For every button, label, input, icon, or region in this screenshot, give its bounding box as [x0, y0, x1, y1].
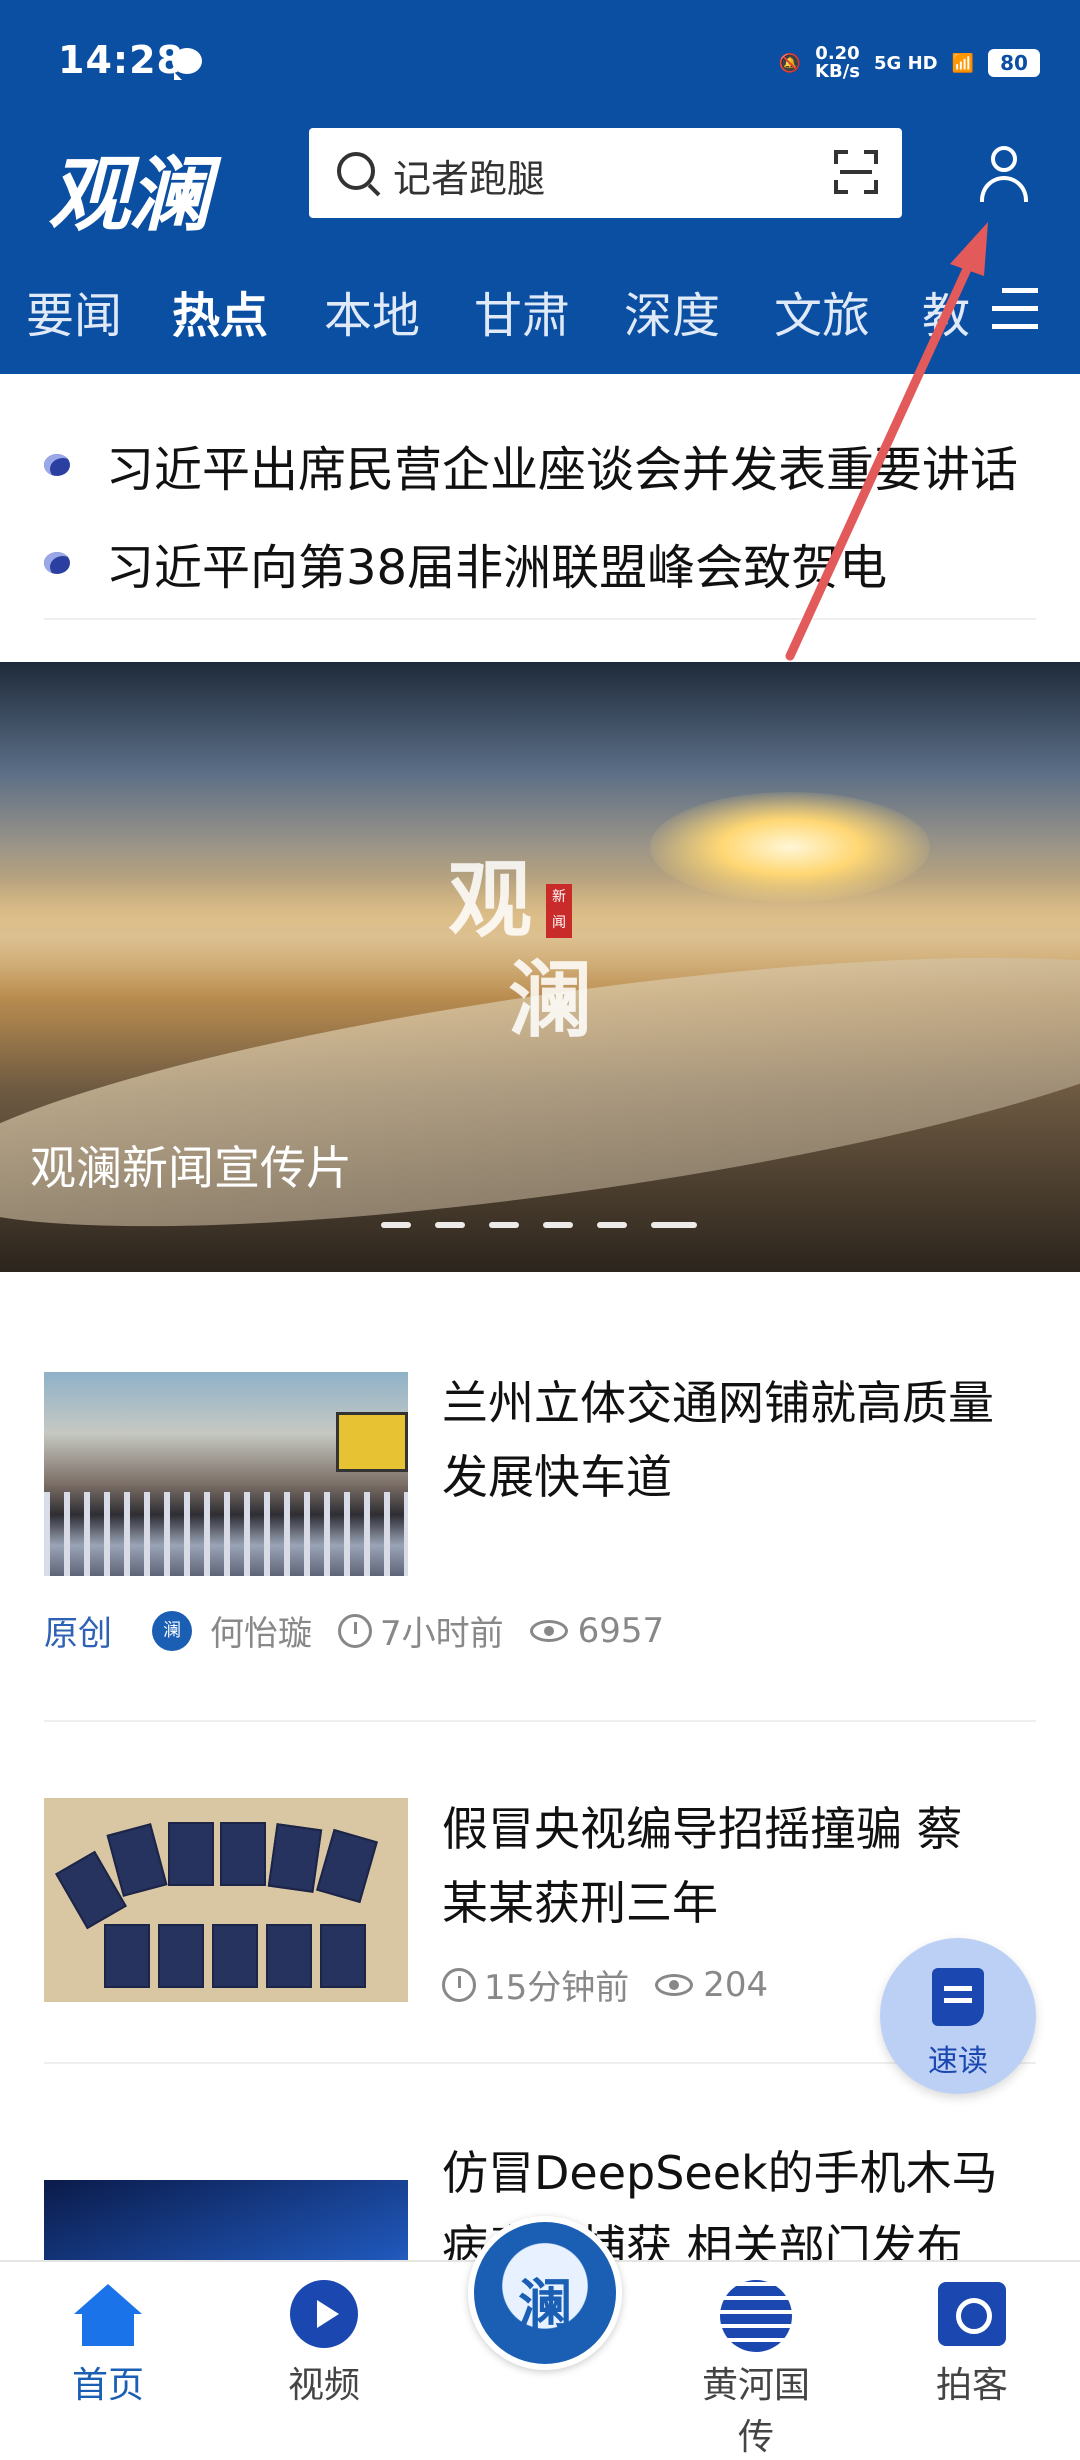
search-placeholder: 记者跑腿 [393, 157, 546, 201]
banner-seal: 新闻 [546, 884, 572, 938]
quick-read-icon [932, 1968, 984, 2026]
center-lan-button[interactable]: 澜 [468, 2216, 622, 2370]
network-speed: 0.20 KB/s [815, 45, 860, 81]
nav-label: 拍客 [935, 2365, 1008, 2406]
views-icon [529, 1619, 568, 1642]
article-thumbnail [44, 1798, 408, 2002]
article-item[interactable]: 兰州立体交通网铺就高质量 发展快车道 原创 澜 何怡璇 7小时前 6957 [44, 1370, 1036, 1730]
banner-caption: 观澜新闻宣传片 [30, 1141, 352, 1195]
scan-icon[interactable] [834, 150, 878, 194]
speed-unit: KB/s [815, 61, 860, 82]
tab-shendu[interactable]: 深度 [624, 276, 720, 346]
tab-wenlv[interactable]: 文旅 [774, 276, 870, 346]
article-title: 假冒央视编导招摇撞骗 蔡某某获刑三年 [442, 1802, 963, 1930]
tab-gansu[interactable]: 甘肃 [474, 276, 570, 346]
publish-time: 7小时前 [380, 1614, 504, 1654]
quick-read-label: 速读 [928, 2044, 988, 2079]
article-meta: 15分钟前 204 [442, 1960, 768, 2009]
bullet-icon [44, 454, 70, 476]
globe-icon [720, 2280, 792, 2352]
chat-notification-icon [172, 48, 202, 80]
publish-time: 15分钟前 [484, 1968, 630, 2008]
article-thumbnail [44, 1372, 408, 1576]
headline-text: 习近平出席民营企业座谈会并发表重要讲话 [106, 442, 1019, 498]
view-count: 6957 [577, 1610, 665, 1651]
status-time: 14:28 [58, 38, 184, 82]
tab-redian[interactable]: 热点 [172, 276, 268, 346]
tab-jiao[interactable]: 教 [922, 276, 972, 346]
divider [44, 1720, 1036, 1722]
watermark-char-1: 观 [448, 850, 533, 949]
app-header: 14:28 🔕 0.20 KB/s 5G HD 📶 80 观澜 记者跑腿 要闻 … [0, 0, 1080, 374]
carousel-dot [381, 1222, 411, 1228]
status-icons: 🔕 0.20 KB/s 5G HD 📶 80 [779, 38, 1040, 88]
banner-watermark: 观 澜 [448, 850, 592, 1050]
banner-carousel[interactable]: 观 澜 新闻 观澜新闻宣传片 [0, 662, 1080, 1272]
status-bar: 14:28 🔕 0.20 KB/s 5G HD 📶 80 [0, 0, 1080, 120]
tab-yaowen[interactable]: 要闻 [26, 276, 122, 346]
home-icon [74, 2284, 142, 2346]
carousel-dot [597, 1222, 627, 1228]
carousel-dot-active [651, 1222, 697, 1228]
carousel-dot [543, 1222, 573, 1228]
nav-label: 黄河国传 [701, 2365, 810, 2458]
mute-icon: 🔕 [778, 52, 802, 74]
play-icon [290, 2280, 358, 2348]
search-bar[interactable]: 记者跑腿 [309, 128, 902, 218]
views-icon [655, 1973, 694, 1996]
watermark-char-2: 澜 [508, 950, 593, 1049]
wifi-icon: 📶 [951, 52, 974, 74]
center-button-label: 澜 [518, 2273, 572, 2336]
carousel-indicator [381, 1222, 697, 1228]
article-meta: 原创 澜 何怡璇 7小时前 6957 [44, 1606, 664, 1655]
menu-icon[interactable] [992, 286, 1038, 330]
battery-icon: 80 [988, 49, 1040, 77]
quick-read-button[interactable]: 速读 [880, 1938, 1036, 2094]
headline-item[interactable]: 习近平出席民营企业座谈会并发表重要讲话 [44, 430, 1018, 500]
original-badge: 原创 [44, 1614, 112, 1654]
divider [44, 618, 1036, 620]
nav-label: 首页 [71, 2365, 144, 2406]
headline-text: 习近平向第38届非洲联盟峰会致贺电 [106, 540, 888, 596]
carousel-dot [435, 1222, 465, 1228]
tab-bendi[interactable]: 本地 [324, 276, 420, 346]
user-profile-icon[interactable] [978, 146, 1030, 202]
search-icon [337, 152, 375, 190]
clock-icon [442, 1967, 476, 2002]
author-name: 何怡璇 [210, 1614, 312, 1654]
article-thumbnail [44, 2180, 408, 2260]
bullet-icon [44, 552, 70, 574]
article-title: 兰州立体交通网铺就高质量 发展快车道 [442, 1376, 994, 1504]
app-logo: 观澜 [48, 147, 210, 243]
headline-item[interactable]: 习近平向第38届非洲联盟峰会致贺电 [44, 528, 887, 598]
camera-icon [938, 2282, 1006, 2346]
nav-label: 视频 [287, 2365, 360, 2406]
carousel-dot [489, 1222, 519, 1228]
view-count: 204 [703, 1964, 769, 2005]
channel-tabs: 要闻 热点 本地 甘肃 深度 文旅 教 [0, 268, 1080, 348]
signal-icon: 5G HD [874, 52, 938, 74]
author-avatar: 澜 [152, 1610, 192, 1651]
clock-icon [338, 1613, 372, 1648]
